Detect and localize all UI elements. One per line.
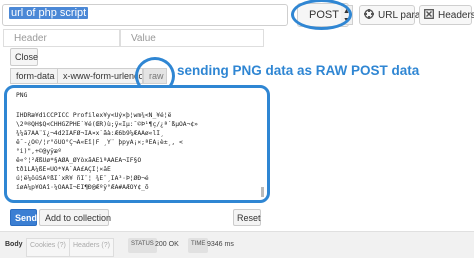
url-params-button[interactable]: URL params: [359, 5, 434, 25]
headers-label: Headers (0): [438, 10, 474, 21]
url-text: url of php script: [9, 7, 89, 19]
raw-line: \2ª®QH$Q<CHHGZPHE`¥é(ŒR)ù;ÿ«Ïµ:¯©Þ¹¶ç/¿ª…: [16, 121, 198, 128]
header-key-placeholder: Header: [14, 33, 47, 44]
url-params-icon: [364, 9, 374, 19]
headers-icon: [424, 9, 434, 19]
tab-form-data[interactable]: form-data: [10, 68, 59, 84]
raw-line: ë«°¦²ÆßÜø*§ÂØÄ_ØÝòxãAÉìªÁÂÈÂ¬ÎF§Ö: [16, 157, 142, 164]
raw-line: PNG: [16, 92, 28, 99]
annotation-text: sending PNG data as RAW POST data: [177, 63, 420, 78]
method-highlight-ring: [291, 0, 352, 30]
close-button[interactable]: Close: [10, 48, 38, 66]
raw-line: ¾¼å7ÂÁ¨ï¿¬4d2ÍÁFØ¬ÌÂ¤x`ãà:Æ6b9¼ÆÁÁø«lÏ¸: [16, 130, 164, 137]
status-value: 200 OK: [155, 241, 179, 248]
send-button[interactable]: Send: [10, 209, 37, 226]
raw-line: íøÁ¼p¥ÔÀî·¼ÕÄÂÏ¬ÈÎ¶Ð@Æºÿ°ÆÁ#ÀÆÒÝ¢_õ: [16, 184, 149, 191]
tab-response-body[interactable]: Body: [2, 238, 25, 255]
raw-line: IHDRæ¥dìCCPICC Profilex¥y<Uý×þ¦wm¾<N_¥é¦…: [16, 112, 172, 119]
raw-line: ê¯-¿Õ©/¦r°öÙÓ°Ç¬Ä«Ëî|F ¸Y¨ þpyÀ¡×;ªËÁ¡è±…: [16, 139, 183, 146]
raw-line: °i)",+©@yÿæº: [16, 148, 62, 155]
header-value-input[interactable]: Value: [120, 29, 264, 47]
header-key-input[interactable]: Header: [3, 29, 120, 47]
tab-response-headers[interactable]: Headers (?): [69, 238, 114, 257]
tab-response-cookies[interactable]: Cookies (?): [26, 238, 71, 257]
time-value: 9346 ms: [207, 241, 234, 248]
header-value-placeholder: Value: [131, 33, 156, 44]
reset-button[interactable]: Reset: [233, 209, 261, 226]
tab-x-www-form-urlencoded[interactable]: x-www-form-urlencoded: [57, 68, 143, 84]
raw-line: ú¦ë¼öüSÁºßÍ`xR¥ ñÎ¨¦ ¾Ê¨¸ÎÂ³·Þ¦ØÐ¬é: [16, 175, 149, 182]
url-input[interactable]: url of php script: [2, 4, 288, 26]
raw-body-textarea[interactable]: PNG IHDRæ¥dìCCPICC Profilex¥y<Uý×þ¦wm¾<N…: [4, 85, 270, 203]
time-label: TIME: [188, 238, 209, 253]
headers-button[interactable]: Headers (0): [419, 5, 474, 25]
raw-line: tð1LÅ¼ßË¤ÛÔ*¥Ã`ÄÀ£ÃÇÏ¦×åË: [16, 166, 111, 173]
response-bar: Body Cookies (?) Headers (?) STATUS 200 …: [0, 231, 474, 258]
resize-handle[interactable]: [261, 187, 264, 197]
status-label: STATUS: [128, 238, 157, 253]
add-to-collection-button[interactable]: Add to collection: [39, 209, 111, 226]
